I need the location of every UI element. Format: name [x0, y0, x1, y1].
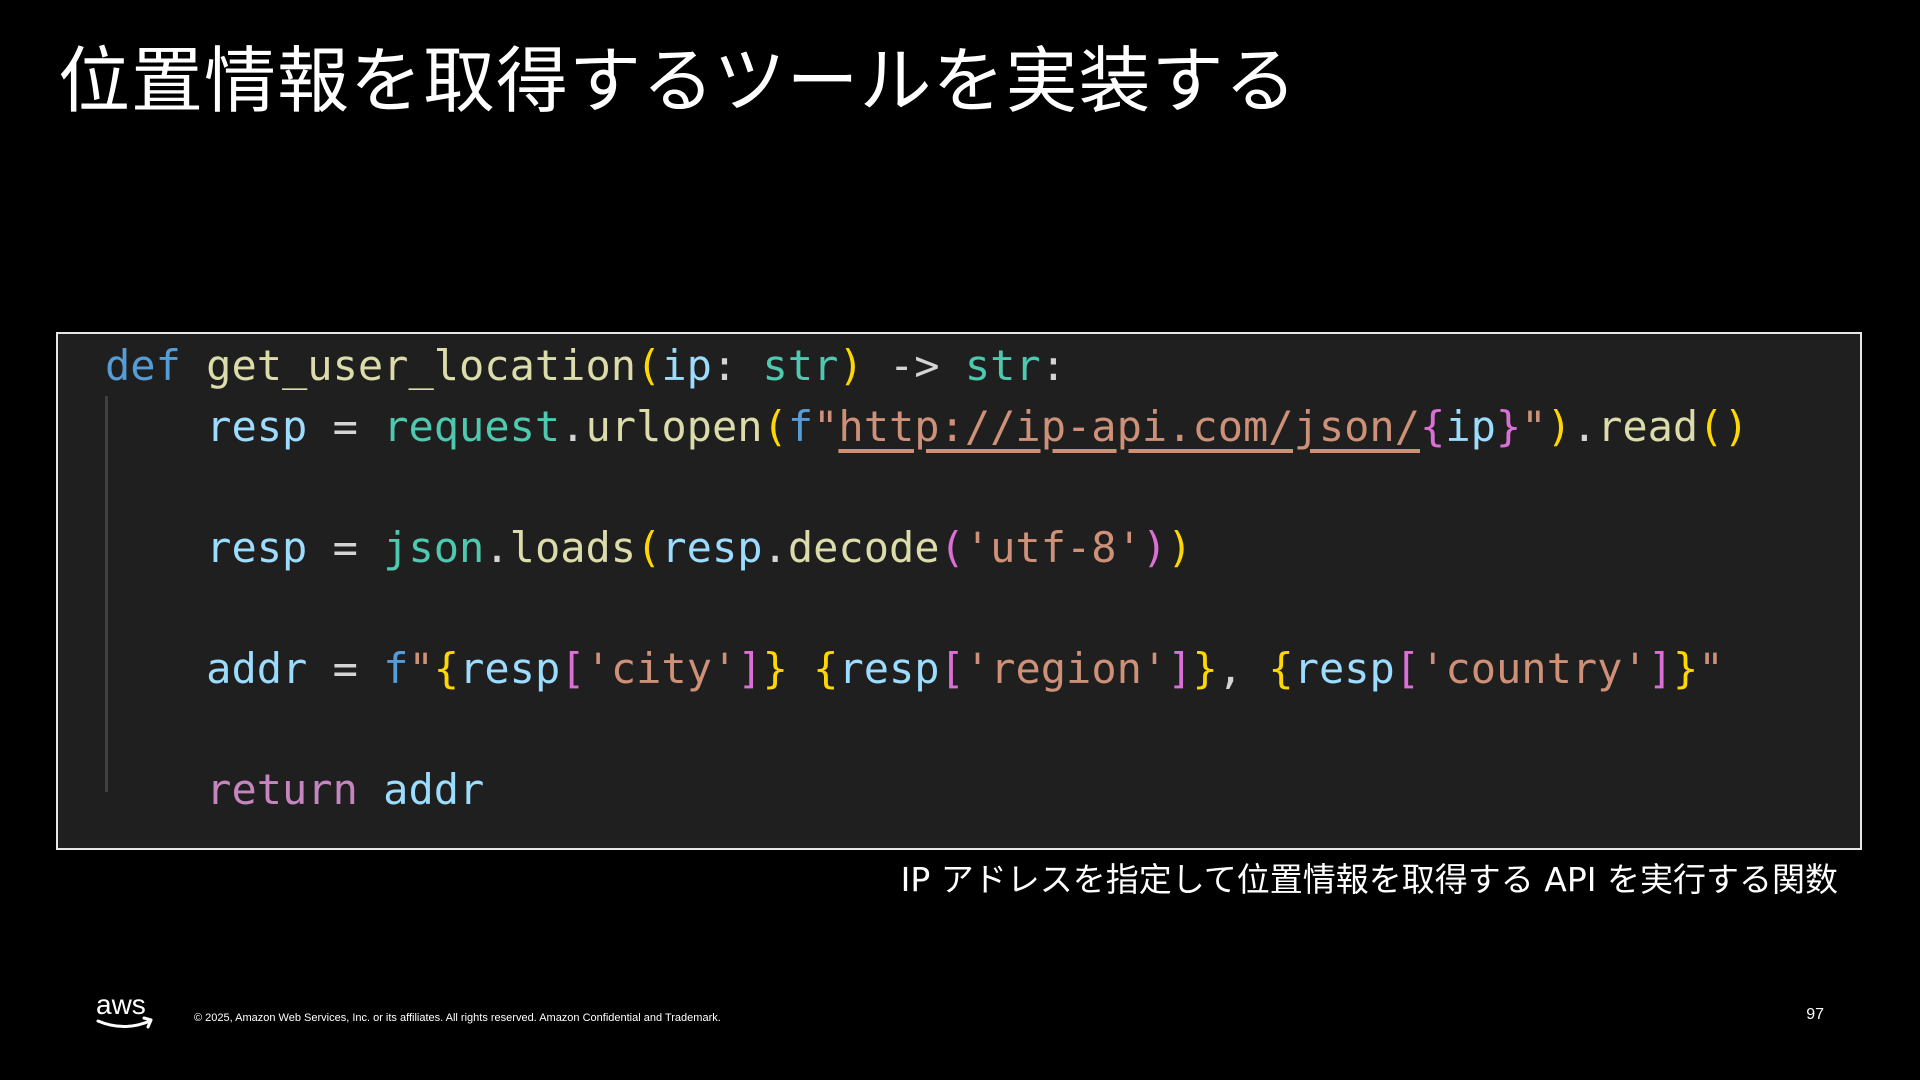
code-caption: IP アドレスを指定して位置情報を取得する API を実行する関数: [900, 860, 1838, 899]
code-lines: def get_user_location(ip: str) -> str: r…: [105, 336, 1749, 820]
aws-logo-text: aws: [96, 990, 146, 1020]
page-number: 97: [1806, 1006, 1824, 1023]
code-line: resp = json.loads(resp.decode('utf-8')): [206, 522, 1193, 572]
code-line: def get_user_location(ip: str) -> str:: [105, 341, 1066, 390]
code-line: return addr: [206, 764, 485, 814]
aws-logo-icon: aws: [96, 990, 153, 1029]
slide-title: 位置情報を取得するツールを実装する: [58, 39, 1298, 123]
code-line: resp = request.urlopen(f"http://ip-api.c…: [206, 401, 1749, 451]
code-block: def get_user_location(ip: str) -> str: r…: [56, 332, 1862, 850]
copyright-notice: © 2025, Amazon Web Services, Inc. or its…: [194, 1012, 721, 1024]
code-line: addr = f"{resp['city']} {resp['region']}…: [206, 643, 1724, 693]
